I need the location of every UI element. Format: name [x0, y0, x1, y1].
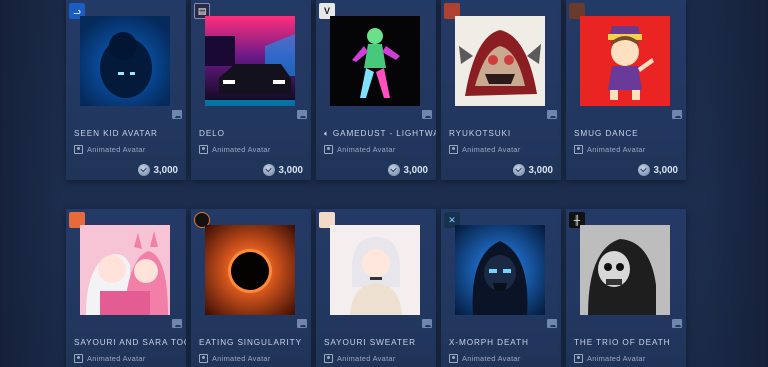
item-price: 3,000: [263, 163, 303, 177]
item-title: SMUG DANCE: [574, 129, 639, 138]
points-icon: [638, 164, 651, 176]
right-vignette: [708, 0, 768, 367]
avatar-type-icon: [449, 144, 458, 154]
item-type: Animated Avatar: [324, 144, 396, 154]
item-type: Animated Avatar: [199, 144, 271, 154]
item-card-x-morph-death[interactable]: ✕ X-MORPH DEATH Animated Avatar: [441, 209, 561, 367]
bundle-tag-icon: [672, 110, 682, 119]
item-card-seen-kid[interactable]: ᓗ SEEN KID AVATAR Animated Avatar 3,000: [66, 0, 186, 180]
avatar-preview: [80, 16, 170, 106]
item-type: Animated Avatar: [574, 144, 646, 154]
item-type-label: Animated Avatar: [87, 353, 146, 363]
item-card-trio-of-death[interactable]: ╫ THE TRIO OF DEATH Animated Avatar: [566, 209, 686, 367]
bundle-tag-icon: [672, 319, 682, 328]
price-value: 3,000: [653, 164, 678, 176]
price-value: 3,000: [278, 164, 303, 176]
item-card-eating-singularity[interactable]: EATING SINGULARITY Animated Avatar: [191, 209, 311, 367]
left-vignette: [0, 0, 60, 367]
avatar-preview: [580, 16, 670, 106]
avatar-type-icon: [74, 353, 83, 363]
price-value: 3,000: [153, 164, 178, 176]
avatar-type-icon: [574, 353, 583, 363]
avatar-preview: [580, 225, 670, 315]
item-title: X-MORPH DEATH: [449, 338, 529, 347]
bundle-tag-icon: [547, 319, 557, 328]
bundle-tag-icon: [297, 319, 307, 328]
item-type: Animated Avatar: [449, 353, 521, 363]
price-value: 3,000: [403, 164, 428, 176]
item-card-sayouri-sara[interactable]: SAYOURI AND SARA TOGE Animated Avatar: [66, 209, 186, 367]
avatar-type-icon: [574, 144, 583, 154]
price-value: 3,000: [528, 164, 553, 176]
item-price: 3,000: [388, 163, 428, 177]
item-type-label: Animated Avatar: [462, 144, 521, 154]
item-title: RYUKOTSUKI: [449, 129, 512, 138]
item-price: 3,000: [138, 163, 178, 177]
item-title: DELO: [199, 129, 225, 138]
item-type: Animated Avatar: [74, 144, 146, 154]
avatar-preview: [80, 225, 170, 315]
bundle-tag-icon: [547, 110, 557, 119]
item-card-gamedust[interactable]: V 🔈︎ GAMEDUST - LIGHTWA Animated Avatar …: [316, 0, 436, 180]
item-card-sayouri-sweater[interactable]: SAYOURI SWEATER Animated Avatar: [316, 209, 436, 367]
item-type-label: Animated Avatar: [87, 144, 146, 154]
item-title: SAYOURI AND SARA TOGE: [74, 338, 186, 347]
avatar-type-icon: [324, 144, 333, 154]
points-icon: [263, 164, 276, 176]
item-type-label: Animated Avatar: [337, 353, 396, 363]
item-title: 🔈︎ GAMEDUST - LIGHTWA: [324, 129, 436, 139]
bundle-tag-icon: [297, 110, 307, 119]
points-shop-grid: ᓗ SEEN KID AVATAR Animated Avatar 3,000 …: [0, 0, 768, 367]
item-card-ryukotsuki[interactable]: RYUKOTSUKI Animated Avatar 3,000: [441, 0, 561, 180]
item-price: 3,000: [513, 163, 553, 177]
item-price: 3,000: [638, 163, 678, 177]
avatar-preview: [205, 16, 295, 106]
speaker-icon: 🔈︎: [324, 129, 333, 138]
bundle-tag-icon: [172, 319, 182, 328]
bundle-tag-icon: [422, 110, 432, 119]
points-icon: [388, 164, 401, 176]
item-type-label: Animated Avatar: [212, 144, 271, 154]
points-icon: [138, 164, 151, 176]
item-type: Animated Avatar: [74, 353, 146, 363]
avatar-type-icon: [199, 144, 208, 154]
item-title: THE TRIO OF DEATH: [574, 338, 671, 347]
item-title: EATING SINGULARITY: [199, 338, 302, 347]
item-type: Animated Avatar: [324, 353, 396, 363]
item-type: Animated Avatar: [449, 144, 521, 154]
avatar-type-icon: [324, 353, 333, 363]
bundle-tag-icon: [422, 319, 432, 328]
avatar-preview: [455, 16, 545, 106]
item-type-label: Animated Avatar: [587, 144, 646, 154]
avatar-preview: [205, 225, 295, 315]
bundle-tag-icon: [172, 110, 182, 119]
item-card-delo[interactable]: ▤ DELO Animated Avatar 3,000: [191, 0, 311, 180]
item-type-label: Animated Avatar: [212, 353, 271, 363]
avatar-preview: [455, 225, 545, 315]
avatar-type-icon: [449, 353, 458, 363]
item-title-text: GAMEDUST - LIGHTWA: [332, 129, 436, 138]
avatar-type-icon: [74, 144, 83, 154]
item-title: SEEN KID AVATAR: [74, 129, 158, 138]
item-type-label: Animated Avatar: [587, 353, 646, 363]
item-title: SAYOURI SWEATER: [324, 338, 416, 347]
item-type-label: Animated Avatar: [337, 144, 396, 154]
item-type: Animated Avatar: [199, 353, 271, 363]
points-icon: [513, 164, 526, 176]
item-card-smug-dance[interactable]: SMUG DANCE Animated Avatar 3,000: [566, 0, 686, 180]
item-row-1: ᓗ SEEN KID AVATAR Animated Avatar 3,000 …: [66, 0, 691, 180]
avatar-type-icon: [199, 353, 208, 363]
avatar-preview: [330, 225, 420, 315]
item-type-label: Animated Avatar: [462, 353, 521, 363]
avatar-preview: [330, 16, 420, 106]
item-row-2: SAYOURI AND SARA TOGE Animated Avatar EA…: [66, 209, 691, 367]
item-type: Animated Avatar: [574, 353, 646, 363]
